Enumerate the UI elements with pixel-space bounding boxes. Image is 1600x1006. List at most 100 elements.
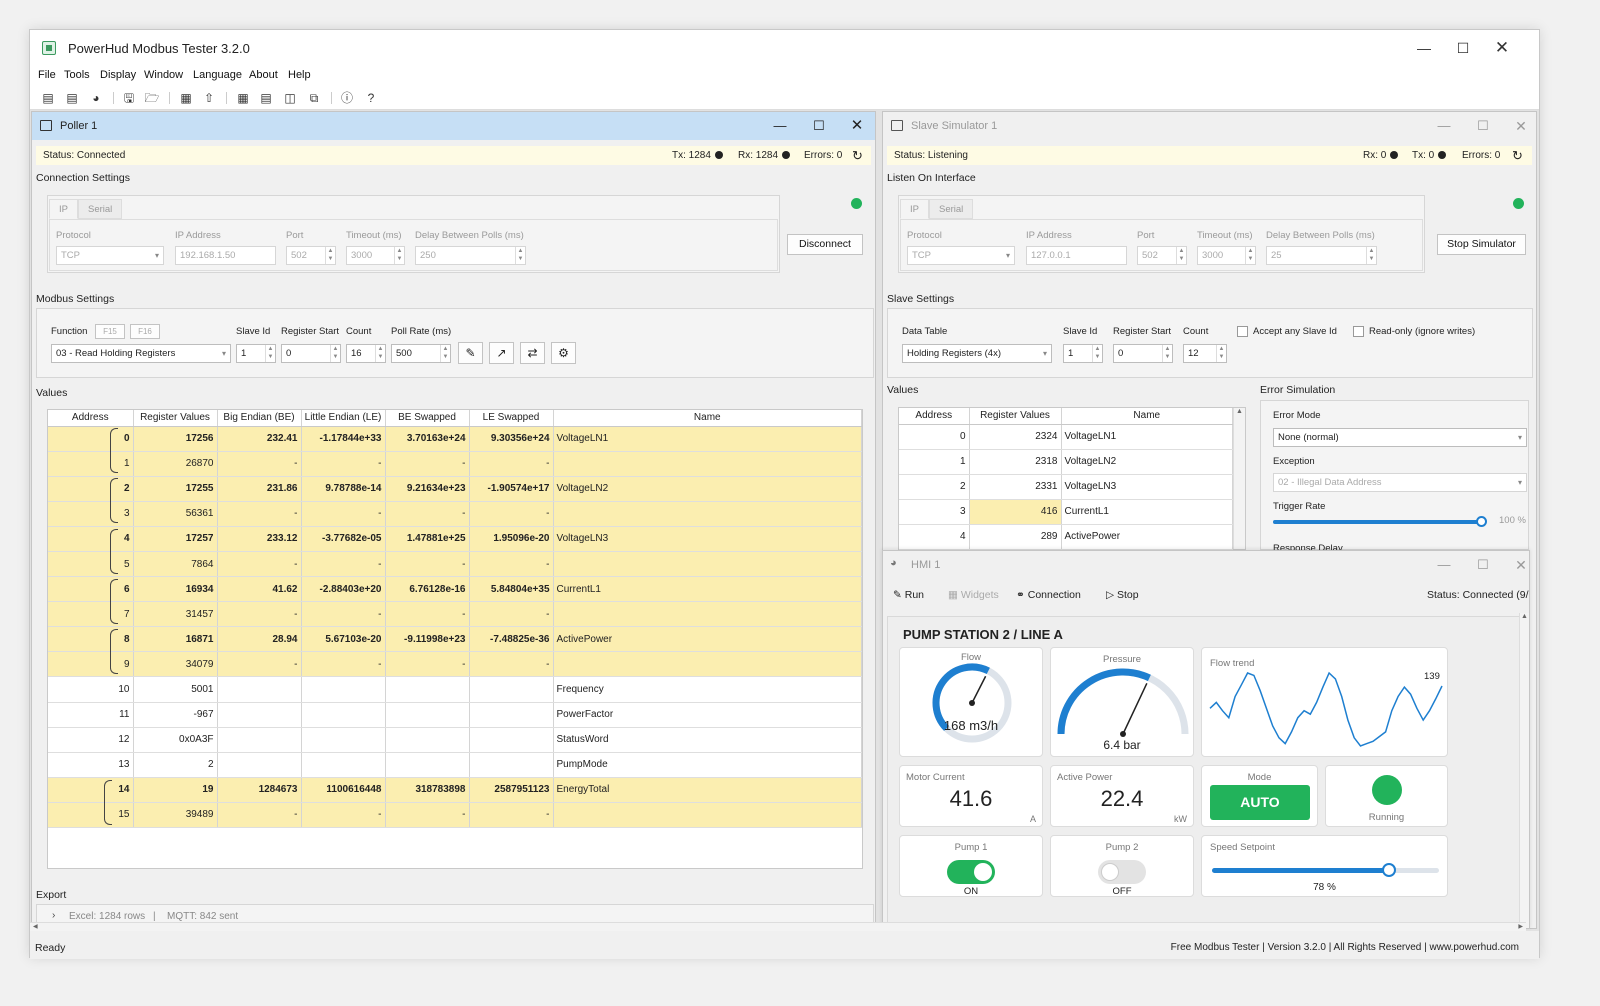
cell-le[interactable]: - [301, 451, 386, 477]
table-row[interactable]: 12 0x0A3F StatusWord [48, 727, 862, 753]
cell-les[interactable]: -7.48825e-36 [469, 626, 554, 653]
cell-addr[interactable]: 6 [48, 576, 134, 603]
protocol-select[interactable]: TCP ▾ [56, 246, 164, 265]
cell-val[interactable]: 0x0A3F [133, 727, 218, 753]
cascade-icon[interactable]: ⧉ [306, 90, 322, 106]
cell-les[interactable]: - [469, 551, 554, 578]
widgets-button[interactable]: ▦ Widgets [948, 589, 999, 601]
calculator-icon[interactable]: ▦ [178, 90, 194, 106]
cell-le[interactable]: -1.17844e+33 [301, 426, 386, 452]
col-big-endian[interactable]: Big Endian (BE) [217, 410, 302, 427]
cell-name[interactable]: PumpMode [553, 752, 862, 778]
save-icon[interactable]: 🖫 [121, 90, 137, 106]
menu-language[interactable]: Language [193, 69, 242, 81]
cell-le[interactable]: - [301, 651, 386, 678]
cell-les[interactable]: 2587951123 [469, 777, 554, 803]
slave-slave-id-input[interactable]: 1 ▲ ▼ [1063, 344, 1103, 363]
cell-name[interactable]: VoltageLN2 [1061, 449, 1233, 475]
menu-window[interactable]: Window [144, 69, 183, 81]
scrollbar[interactable]: ▲ [1233, 408, 1245, 549]
cell-name[interactable]: StatusWord [553, 727, 862, 753]
cell-name[interactable]: Frequency [553, 676, 862, 703]
cell-be[interactable]: - [217, 551, 302, 578]
col-le-swapped[interactable]: LE Swapped [469, 410, 554, 427]
cell-name[interactable]: ActivePower [1061, 524, 1233, 550]
menu-about[interactable]: About [249, 69, 278, 81]
table-row[interactable]: 5 7864- - - - [48, 551, 862, 578]
cell-les[interactable]: 9.30356e+24 [469, 426, 554, 452]
poller-close-icon[interactable]: ✕ [847, 118, 867, 134]
table-row[interactable]: 0 17256 232.41 -1.17844e+33 3.70163e+24 9.303… [48, 426, 862, 452]
cell-val[interactable]: 2318 [969, 449, 1062, 475]
cell-addr[interactable]: 2 [899, 474, 970, 500]
help-icon[interactable]: ? [363, 90, 379, 106]
maximize-icon[interactable]: ☐ [1448, 35, 1478, 61]
cell-val[interactable]: 7864 [133, 551, 218, 578]
settings-chip-icon[interactable]: ⚙ [551, 342, 576, 364]
hmi-close-icon[interactable]: ✕ [1511, 557, 1529, 573]
mode-button[interactable]: AUTO [1210, 785, 1310, 820]
cell-be[interactable]: 41.62 [217, 576, 302, 603]
cell-val[interactable]: 56361 [133, 501, 218, 527]
chart-icon[interactable]: ↗ [489, 342, 514, 364]
cell-val[interactable]: 2 [133, 752, 218, 778]
table-row[interactable]: 14 19 1284673 1100616448 318783898 2587951123… [48, 777, 862, 803]
new-poller-icon[interactable]: ▤ [40, 90, 56, 106]
table-row[interactable]: 2 2331 VoltageLN3 [899, 474, 1233, 500]
cell-addr[interactable]: 10 [48, 676, 134, 703]
new-slave-icon[interactable]: ▤ [64, 90, 80, 106]
poller-maximize-icon[interactable]: ☐ [809, 118, 829, 134]
cell-le[interactable]: -3.77682e-05 [301, 526, 386, 552]
cell-be[interactable]: 1284673 [217, 777, 302, 803]
read-only-checkbox[interactable] [1353, 326, 1364, 337]
slave-protocol-select[interactable]: TCP ▾ [907, 246, 1015, 265]
cell-le[interactable]: - [301, 551, 386, 578]
cell-val[interactable]: 17257 [133, 526, 218, 552]
cell-les[interactable] [469, 702, 554, 728]
cell-val[interactable]: 16871 [133, 626, 218, 653]
cell-val[interactable]: 416 [969, 499, 1062, 525]
cell-name[interactable] [553, 551, 862, 578]
cell-name[interactable]: CurrentL1 [1061, 499, 1233, 525]
cell-le[interactable]: 1100616448 [301, 777, 386, 803]
minimize-icon[interactable]: — [1409, 35, 1439, 61]
cell-val[interactable]: 17255 [133, 476, 218, 502]
slave-ip-input[interactable]: 127.0.0.1 [1026, 246, 1127, 265]
cell-addr[interactable]: 4 [48, 526, 134, 552]
table-row[interactable]: 0 2324 VoltageLN1 [899, 424, 1233, 450]
cell-name[interactable] [553, 651, 862, 678]
count-input[interactable]: 16 ▲ ▼ [346, 344, 386, 363]
cell-les[interactable]: - [469, 802, 554, 829]
info-icon[interactable]: ⓘ [339, 90, 355, 106]
cell-val[interactable]: 16934 [133, 576, 218, 603]
tile-horizontal-icon[interactable]: ▤ [258, 90, 274, 106]
cell-le[interactable]: 9.78788e-14 [301, 476, 386, 502]
ip-address-input[interactable]: 192.168.1.50 [175, 246, 276, 265]
tab-serial[interactable]: Serial [928, 199, 974, 219]
f16-button[interactable]: F16 [130, 324, 160, 339]
edit-icon[interactable]: ✎ [458, 342, 483, 364]
cell-les[interactable]: - [469, 601, 554, 628]
cell-addr[interactable]: 0 [899, 424, 970, 450]
cell-addr[interactable]: 5 [48, 551, 134, 578]
cell-be[interactable]: 231.86 [217, 476, 302, 502]
cell-addr[interactable]: 12 [48, 727, 134, 753]
cell-val[interactable]: 289 [969, 524, 1062, 550]
speed-slider[interactable] [1212, 863, 1439, 877]
table-row[interactable]: 7 31457- - - - [48, 601, 862, 628]
cell-les[interactable]: - [469, 651, 554, 678]
open-folder-icon[interactable]: 🗁 [144, 90, 160, 106]
function-select[interactable]: 03 - Read Holding Registers ▾ [51, 344, 231, 363]
menu-display[interactable]: Display [100, 69, 136, 81]
cell-name[interactable] [553, 501, 862, 527]
cell-val[interactable]: 34079 [133, 651, 218, 678]
tab-serial[interactable]: Serial [77, 199, 123, 219]
upload-icon[interactable]: ⇧ [201, 90, 217, 106]
col-register-values[interactable]: Register Values [969, 408, 1062, 425]
cell-be[interactable] [217, 727, 302, 753]
cell-bes[interactable] [385, 752, 470, 778]
cell-le[interactable] [301, 752, 386, 778]
speed-thumb[interactable] [1382, 863, 1397, 877]
table-row[interactable]: 13 2 PumpMode [48, 752, 862, 778]
cell-bes[interactable]: - [385, 501, 470, 527]
